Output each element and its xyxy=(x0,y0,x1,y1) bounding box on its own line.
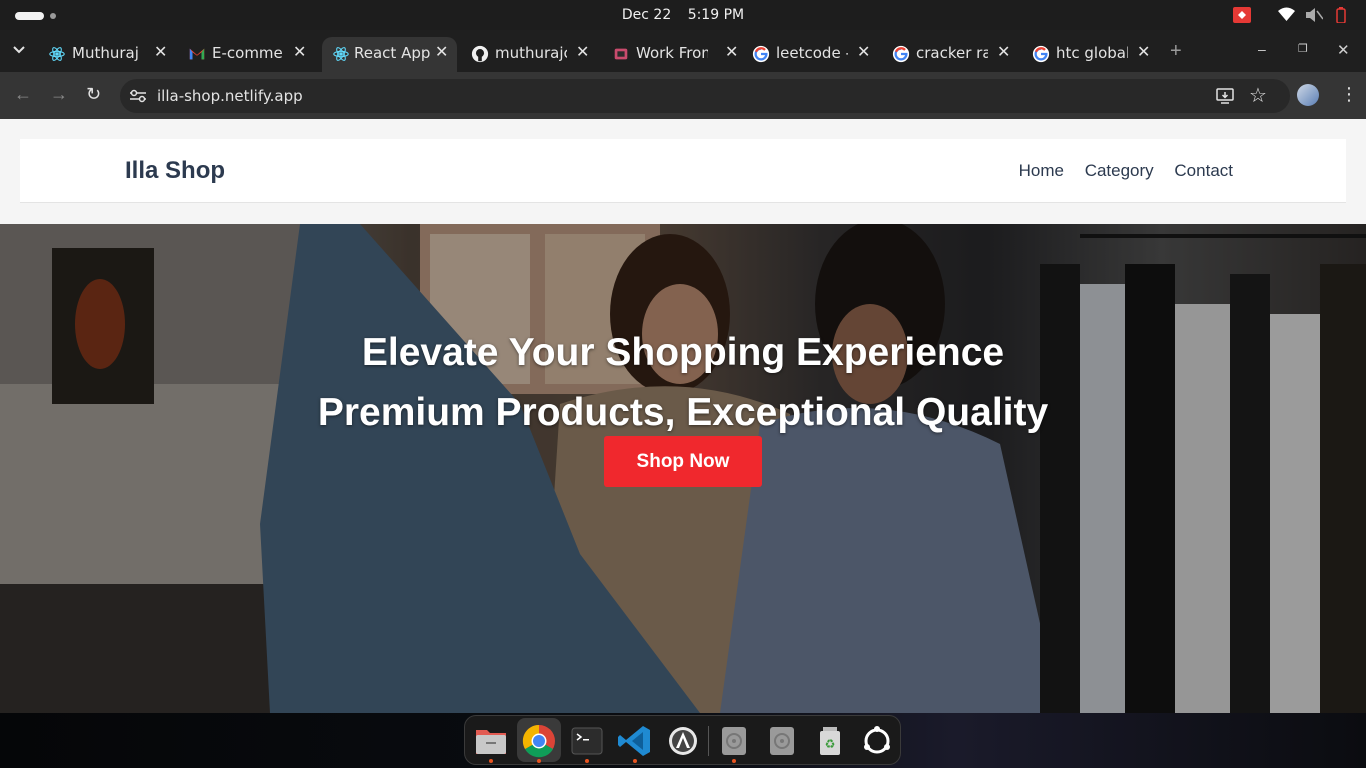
running-indicator xyxy=(537,759,541,763)
close-tab-icon[interactable]: ✕ xyxy=(725,42,738,61)
profile-avatar[interactable] xyxy=(1297,84,1319,106)
vscode-icon[interactable] xyxy=(616,722,654,760)
work-icon xyxy=(614,48,628,60)
back-icon[interactable]: ← xyxy=(14,84,32,105)
address-bar[interactable]: illa-shop.netlify.app ☆ xyxy=(120,79,1290,113)
wifi-icon[interactable] xyxy=(1278,7,1295,23)
running-indicator xyxy=(489,759,493,763)
forward-icon[interactable]: → xyxy=(50,84,68,105)
tab-muthuraj[interactable]: Muthuraj C ✕ xyxy=(48,37,168,72)
url-text: illa-shop.netlify.app xyxy=(157,87,303,105)
browser-tab-strip: Muthuraj C ✕ E-commerc ✕ React App ✕ xyxy=(0,30,1366,72)
hero-title: Elevate Your Shopping Experience xyxy=(361,331,1005,374)
tab-label: htc global xyxy=(1056,44,1128,62)
google-icon xyxy=(1032,45,1050,63)
tab-label: Work From xyxy=(636,44,708,62)
github-icon xyxy=(471,45,489,63)
close-window-icon[interactable]: ✕ xyxy=(1337,41,1350,59)
files-icon[interactable] xyxy=(472,722,510,760)
system-clock[interactable]: Dec 22 5:19 PM xyxy=(0,7,1366,23)
tab-label: cracker rar xyxy=(916,44,988,62)
chrome-icon[interactable] xyxy=(520,722,558,760)
restore-icon[interactable]: ❐ xyxy=(1298,42,1308,55)
tab-work-from[interactable]: Work From ✕ xyxy=(612,37,742,72)
dock: ♻ xyxy=(464,715,901,765)
close-tab-icon[interactable]: ✕ xyxy=(857,42,870,61)
site-navbar: Illa Shop Home Category Contact xyxy=(20,139,1346,203)
nav-link-category[interactable]: Category xyxy=(1085,161,1154,180)
trash-icon[interactable]: ♻ xyxy=(811,722,849,760)
nav-link-home[interactable]: Home xyxy=(1019,161,1064,180)
react-icon xyxy=(49,47,65,61)
tab-cracker[interactable]: cracker rar ✕ xyxy=(892,37,1014,72)
terminal-icon[interactable] xyxy=(568,722,606,760)
close-tab-icon[interactable]: ✕ xyxy=(576,42,589,61)
hero-subtitle: Premium Products, Exceptional Quality xyxy=(317,391,1049,434)
site-brand[interactable]: Illa Shop xyxy=(125,157,225,185)
reload-icon[interactable]: ↻ xyxy=(86,84,101,105)
tab-label: muthurajc xyxy=(495,44,567,62)
volume-muted-icon[interactable] xyxy=(1305,7,1323,23)
system-time: 5:19 PM xyxy=(687,7,745,23)
shop-now-button[interactable]: Shop Now xyxy=(604,436,762,487)
tab-label: leetcode - xyxy=(776,44,848,62)
tab-label: Muthuraj C xyxy=(72,44,144,62)
tab-react-app-active[interactable]: React App ✕ xyxy=(322,37,457,72)
tab-search-icon[interactable] xyxy=(12,45,26,55)
minimize-icon[interactable]: – xyxy=(1258,41,1266,57)
tab-ecommerce[interactable]: E-commerc ✕ xyxy=(188,37,310,72)
disk-icon[interactable] xyxy=(715,722,753,760)
tab-label: React App xyxy=(354,44,431,62)
software-center-icon[interactable] xyxy=(664,722,702,760)
system-date: Dec 22 xyxy=(621,7,672,23)
new-tab-icon[interactable]: + xyxy=(1170,40,1182,63)
system-top-bar: Dec 22 5:19 PM xyxy=(0,0,1366,30)
close-tab-icon[interactable]: ✕ xyxy=(997,42,1010,61)
hero-banner: Elevate Your Shopping Experience Premium… xyxy=(0,224,1366,713)
web-page: Illa Shop Home Category Contact Elevate … xyxy=(0,119,1366,713)
site-info-icon[interactable] xyxy=(130,89,146,103)
tab-github[interactable]: muthurajc ✕ xyxy=(471,37,593,72)
running-indicator xyxy=(633,759,637,763)
react-icon xyxy=(333,47,349,61)
google-icon xyxy=(892,45,910,63)
site-nav-links: Home Category Contact xyxy=(1003,161,1233,181)
disk-icon[interactable] xyxy=(763,722,801,760)
running-indicator xyxy=(585,759,589,763)
screencast-icon[interactable] xyxy=(1233,7,1251,23)
dock-separator xyxy=(708,726,709,756)
bookmark-star-icon[interactable]: ☆ xyxy=(1249,83,1267,108)
nav-link-contact[interactable]: Contact xyxy=(1174,161,1233,180)
install-app-icon[interactable] xyxy=(1216,88,1234,104)
gmail-icon xyxy=(189,48,205,60)
apps-grid-icon[interactable] xyxy=(858,722,896,760)
tab-htc-global[interactable]: htc global ✕ xyxy=(1032,37,1154,72)
close-tab-icon[interactable]: ✕ xyxy=(1137,42,1150,61)
close-tab-icon[interactable]: ✕ xyxy=(435,42,448,61)
browser-toolbar: ← → ↻ illa-shop.netlify.app ☆ ⋮ xyxy=(0,72,1366,119)
tab-leetcode[interactable]: leetcode - ✕ xyxy=(752,37,874,72)
menu-icon[interactable]: ⋮ xyxy=(1340,84,1358,105)
close-tab-icon[interactable]: ✕ xyxy=(293,42,306,61)
battery-low-icon[interactable] xyxy=(1336,7,1346,23)
google-icon xyxy=(752,45,770,63)
close-tab-icon[interactable]: ✕ xyxy=(154,42,167,61)
ubuntu-dock-area: ♻ xyxy=(0,713,1366,768)
tab-label: E-commerc xyxy=(212,44,284,62)
running-indicator xyxy=(732,759,736,763)
svg-text:♻: ♻ xyxy=(825,737,836,751)
